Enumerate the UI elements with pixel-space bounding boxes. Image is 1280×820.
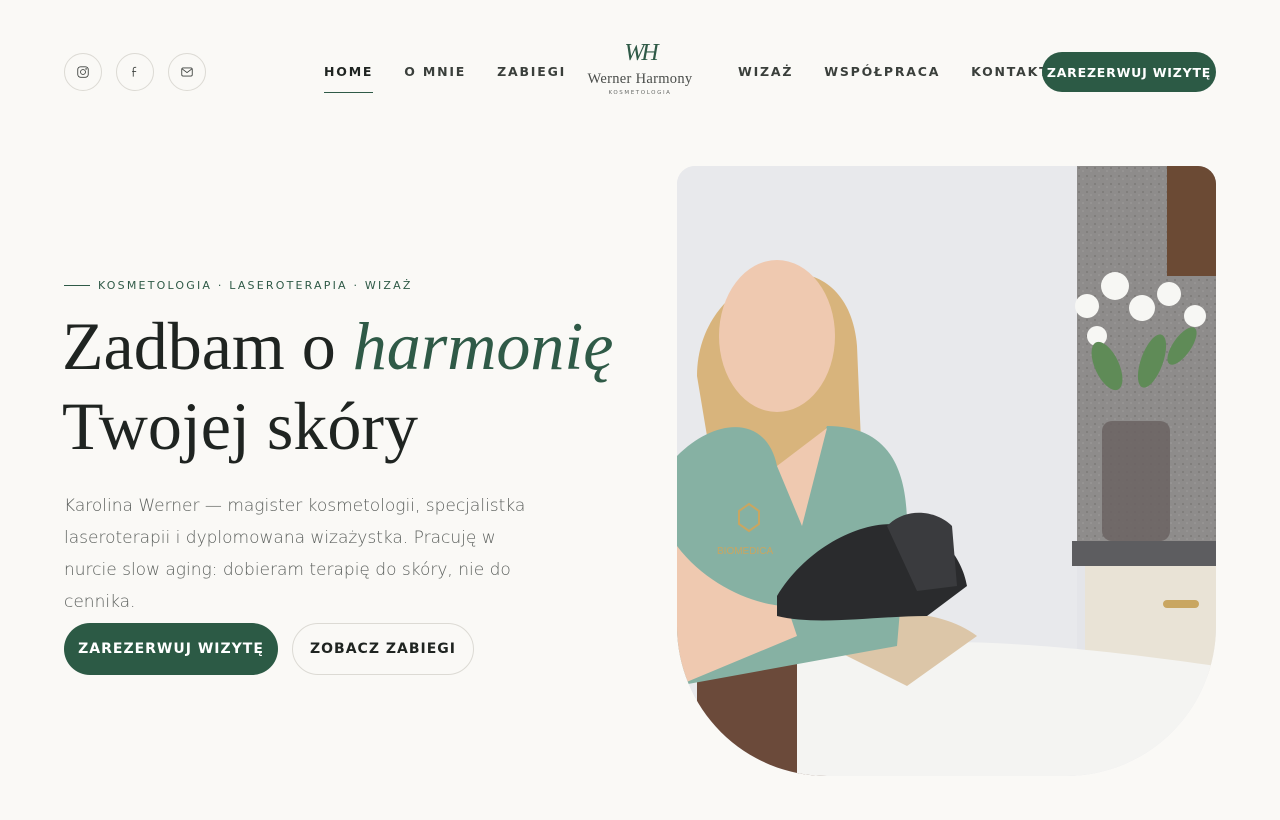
book-visit-header-button[interactable]: ZAREZERWUJ WIZYTĘ [1042, 52, 1216, 92]
nav-home[interactable]: HOME [324, 64, 374, 93]
logo-name: Werner Harmony [587, 71, 693, 87]
treatment-photo-illustration: BIOMEDICA [677, 166, 1216, 776]
facebook-icon [132, 66, 137, 77]
main-nav-right: WIZAŻ WSPÓŁPRACA KONTAKT [738, 64, 1049, 93]
main-nav-left: HOME O MNIE ZABIEGI [324, 64, 566, 93]
hero-photo: BIOMEDICA [677, 166, 1216, 776]
hero-lead-text: Karolina Werner — magister kosmetologii,… [64, 496, 526, 612]
headline-part1: Zadbam o [62, 308, 353, 384]
brand-logo[interactable]: WH Werner Harmony KOSMETOLOGIA [576, 40, 704, 96]
uniform-logo-text: BIOMEDICA [717, 546, 773, 557]
mail-button[interactable] [168, 53, 206, 91]
hero-eyebrow: KOSMETOLOGIA · LASEROTERAPIA · WIZAŻ [64, 279, 413, 292]
nav-zabiegi[interactable]: ZABIEGI [497, 64, 566, 93]
nav-o-mnie[interactable]: O MNIE [404, 64, 466, 93]
nav-kontakt[interactable]: KONTAKT [971, 64, 1049, 93]
instagram-icon [77, 66, 89, 78]
logo-subtitle: KOSMETOLOGIA [608, 90, 672, 96]
social-links [64, 53, 206, 91]
see-treatments-button[interactable]: ZOBACZ ZABIEGI [292, 623, 474, 675]
nav-wspolpraca[interactable]: WSPÓŁPRACA [824, 64, 940, 93]
hero-headline: Zadbam o harmonię Twojej skóry [62, 306, 613, 466]
instagram-button[interactable] [64, 53, 102, 91]
headline-accent: harmonię [352, 308, 614, 384]
facebook-button[interactable] [116, 53, 154, 91]
eyebrow-divider [64, 285, 90, 286]
book-visit-button[interactable]: ZAREZERWUJ WIZYTĘ [64, 623, 278, 675]
logo-monogram: WH [624, 40, 658, 66]
eyebrow-text: KOSMETOLOGIA · LASEROTERAPIA · WIZAŻ [98, 279, 413, 292]
mail-icon [181, 67, 193, 77]
nav-wizaz[interactable]: WIZAŻ [738, 64, 793, 93]
headline-part2: Twojej skóry [62, 388, 418, 464]
